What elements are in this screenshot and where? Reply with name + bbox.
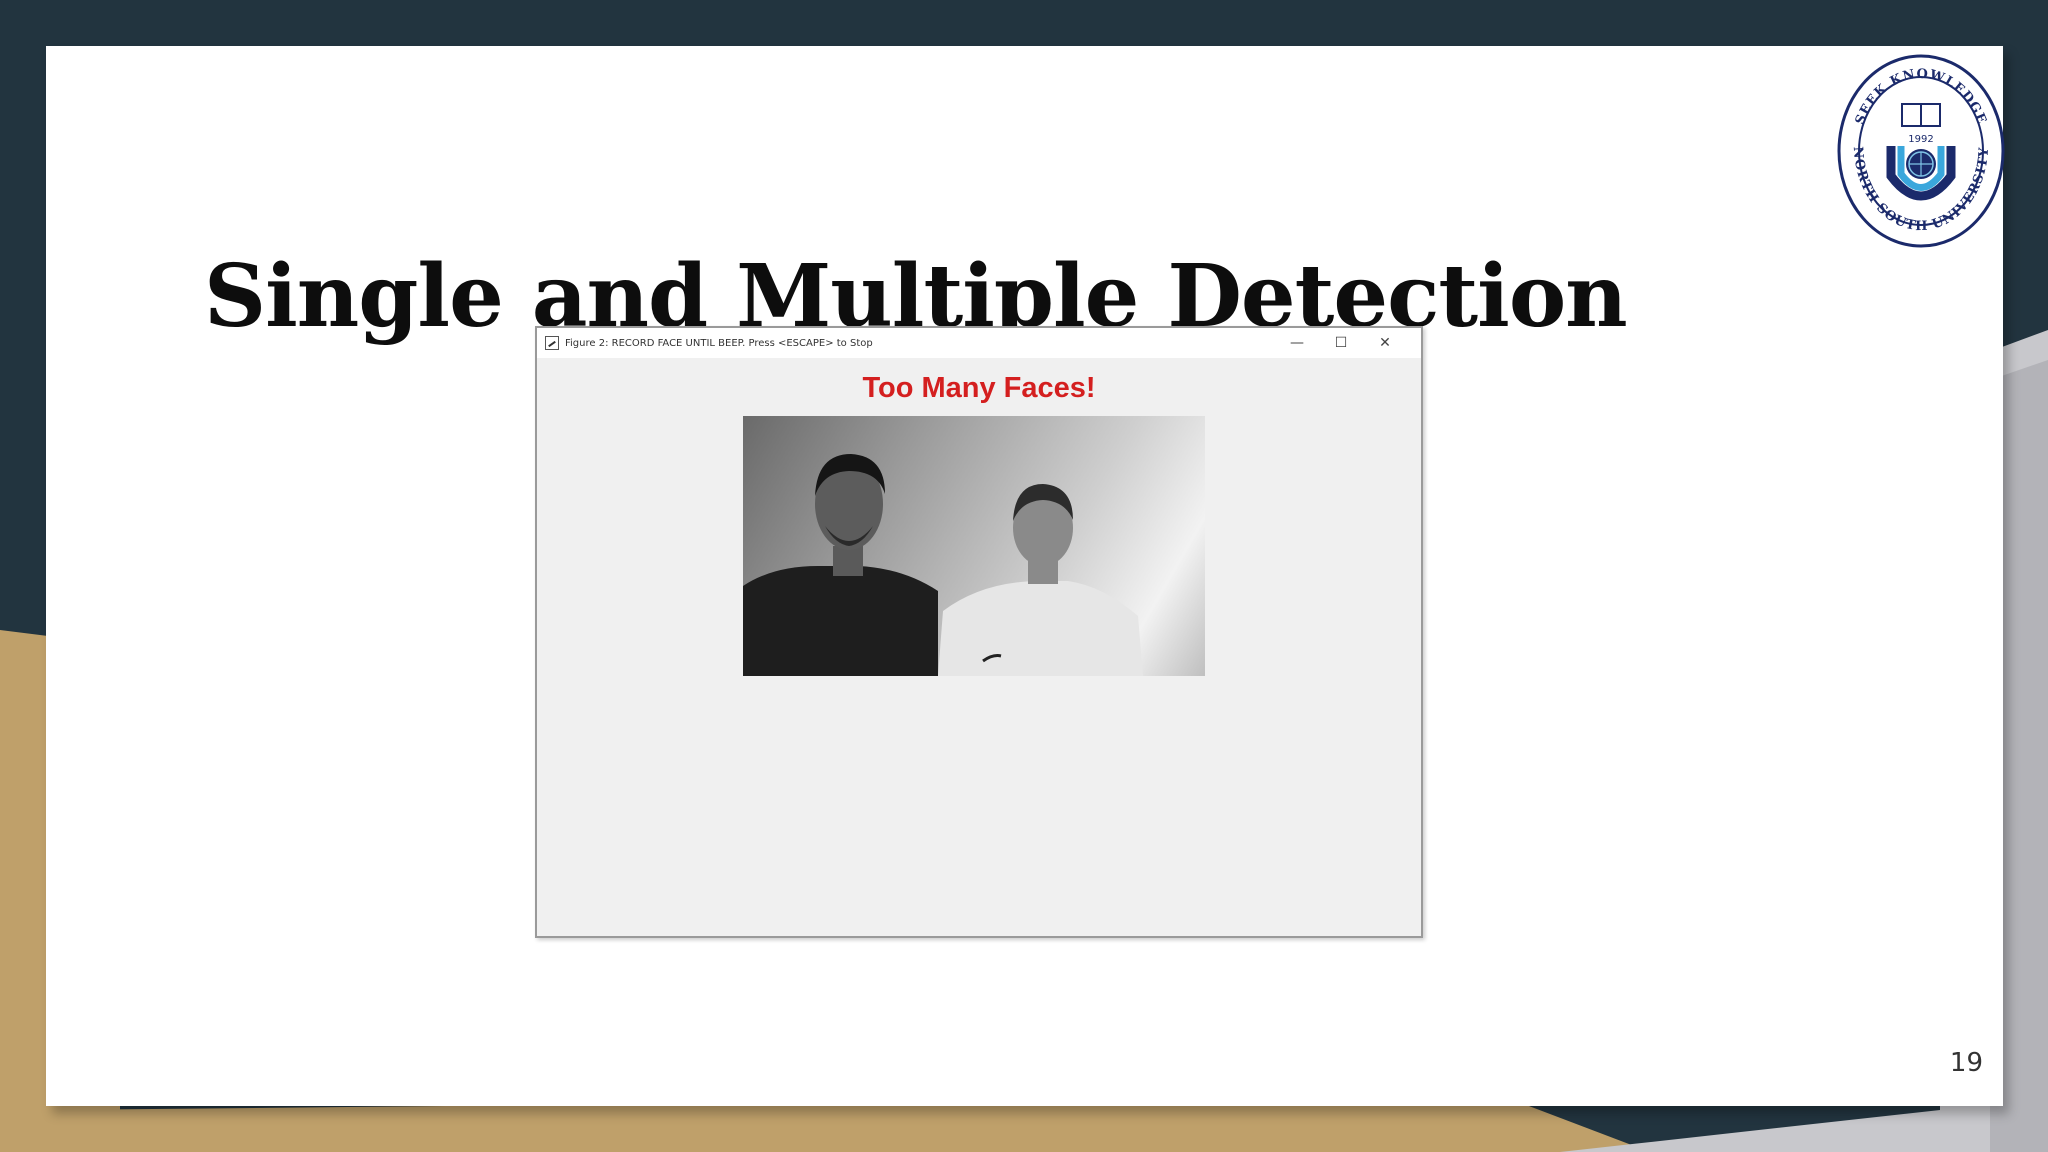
page-number: 19 — [1949, 1048, 1983, 1078]
logo-year: 1992 — [1908, 134, 1933, 145]
figure-label: Too Many Faces! — [862, 372, 1096, 404]
figure-window: Figure 2: RECORD FACE UNTIL BEEP. Press … — [535, 326, 1423, 938]
figure-app-icon — [545, 336, 559, 350]
maximize-button[interactable]: ☐ — [1319, 328, 1363, 358]
university-logo: SEEK KNOWLEDGE NORTH SOUTH UNIVERSITY 19… — [1837, 54, 2005, 248]
minimize-button[interactable]: — — [1275, 328, 1319, 358]
window-controls: — ☐ ✕ — [1275, 328, 1407, 358]
window-title: Figure 2: RECORD FACE UNTIL BEEP. Press … — [565, 337, 873, 349]
camera-frame-image — [743, 416, 1205, 676]
person-left-body — [743, 566, 938, 676]
window-titlebar[interactable]: Figure 2: RECORD FACE UNTIL BEEP. Press … — [537, 328, 1421, 358]
person-right-body — [938, 581, 1143, 676]
close-button[interactable]: ✕ — [1363, 328, 1407, 358]
